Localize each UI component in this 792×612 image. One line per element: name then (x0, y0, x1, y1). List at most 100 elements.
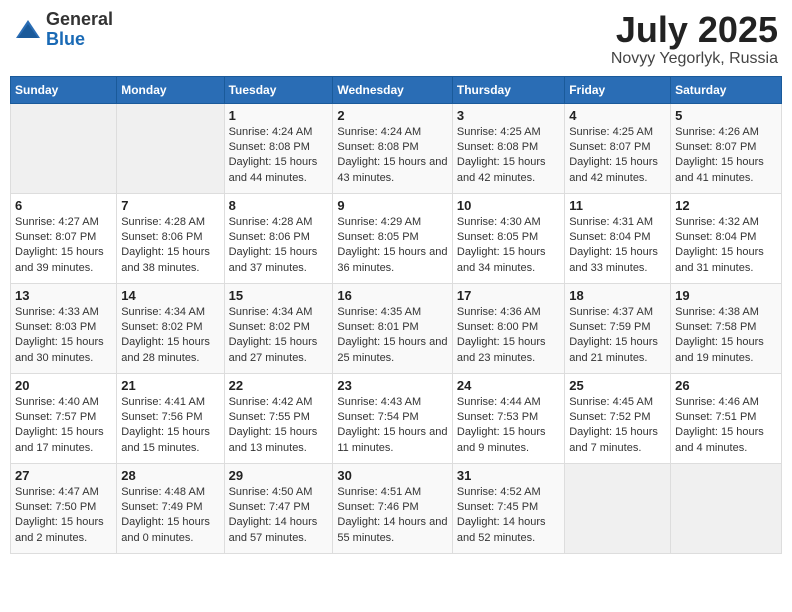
calendar-cell: 3Sunrise: 4:25 AMSunset: 8:08 PMDaylight… (452, 103, 564, 193)
calendar-week-row: 13Sunrise: 4:33 AMSunset: 8:03 PMDayligh… (11, 283, 782, 373)
calendar-week-row: 6Sunrise: 4:27 AMSunset: 8:07 PMDaylight… (11, 193, 782, 283)
sunset-text: Sunset: 8:02 PM (121, 321, 202, 333)
calendar-cell: 26Sunrise: 4:46 AMSunset: 7:51 PMDayligh… (671, 373, 782, 463)
calendar-table: SundayMondayTuesdayWednesdayThursdayFrid… (10, 76, 782, 554)
sunset-text: Sunset: 8:06 PM (121, 231, 202, 243)
sunset-text: Sunset: 7:57 PM (15, 411, 96, 423)
daylight-text: Daylight: 15 hours and 9 minutes. (457, 426, 546, 453)
sunset-text: Sunset: 8:07 PM (569, 141, 650, 153)
daylight-text: Daylight: 15 hours and 33 minutes. (569, 246, 658, 273)
day-info: Sunrise: 4:24 AMSunset: 8:08 PMDaylight:… (337, 125, 448, 187)
column-header-friday: Friday (565, 76, 671, 103)
calendar-cell: 25Sunrise: 4:45 AMSunset: 7:52 PMDayligh… (565, 373, 671, 463)
day-number: 10 (457, 198, 560, 213)
calendar-cell: 21Sunrise: 4:41 AMSunset: 7:56 PMDayligh… (117, 373, 224, 463)
sunrise-text: Sunrise: 4:29 AM (337, 216, 421, 228)
sunrise-text: Sunrise: 4:38 AM (675, 306, 759, 318)
day-info: Sunrise: 4:47 AMSunset: 7:50 PMDaylight:… (15, 485, 112, 547)
sunrise-text: Sunrise: 4:47 AM (15, 486, 99, 498)
daylight-text: Daylight: 15 hours and 37 minutes. (229, 246, 318, 273)
calendar-cell: 18Sunrise: 4:37 AMSunset: 7:59 PMDayligh… (565, 283, 671, 373)
calendar-cell: 20Sunrise: 4:40 AMSunset: 7:57 PMDayligh… (11, 373, 117, 463)
sunset-text: Sunset: 7:47 PM (229, 501, 310, 513)
day-info: Sunrise: 4:37 AMSunset: 7:59 PMDaylight:… (569, 305, 666, 367)
day-number: 9 (337, 198, 448, 213)
day-info: Sunrise: 4:52 AMSunset: 7:45 PMDaylight:… (457, 485, 560, 547)
day-number: 15 (229, 288, 329, 303)
sunset-text: Sunset: 7:59 PM (569, 321, 650, 333)
day-info: Sunrise: 4:28 AMSunset: 8:06 PMDaylight:… (229, 215, 329, 277)
sunrise-text: Sunrise: 4:34 AM (121, 306, 205, 318)
day-info: Sunrise: 4:26 AMSunset: 8:07 PMDaylight:… (675, 125, 777, 187)
sunrise-text: Sunrise: 4:37 AM (569, 306, 653, 318)
daylight-text: Daylight: 15 hours and 19 minutes. (675, 336, 764, 363)
day-number: 4 (569, 108, 666, 123)
day-number: 24 (457, 378, 560, 393)
column-header-monday: Monday (117, 76, 224, 103)
daylight-text: Daylight: 15 hours and 13 minutes. (229, 426, 318, 453)
calendar-cell: 29Sunrise: 4:50 AMSunset: 7:47 PMDayligh… (224, 463, 333, 553)
day-number: 12 (675, 198, 777, 213)
column-header-wednesday: Wednesday (333, 76, 453, 103)
day-number: 21 (121, 378, 219, 393)
logo-general-text: General (46, 10, 113, 30)
calendar-cell: 9Sunrise: 4:29 AMSunset: 8:05 PMDaylight… (333, 193, 453, 283)
daylight-text: Daylight: 15 hours and 25 minutes. (337, 336, 447, 363)
sunset-text: Sunset: 8:04 PM (569, 231, 650, 243)
day-info: Sunrise: 4:48 AMSunset: 7:49 PMDaylight:… (121, 485, 219, 547)
sunrise-text: Sunrise: 4:31 AM (569, 216, 653, 228)
day-info: Sunrise: 4:33 AMSunset: 8:03 PMDaylight:… (15, 305, 112, 367)
day-number: 6 (15, 198, 112, 213)
sunset-text: Sunset: 8:08 PM (337, 141, 418, 153)
logo: General Blue (14, 10, 113, 50)
title-block: July 2025 Novyy Yegorlyk, Russia (611, 10, 778, 68)
day-number: 23 (337, 378, 448, 393)
day-info: Sunrise: 4:46 AMSunset: 7:51 PMDaylight:… (675, 395, 777, 457)
sunset-text: Sunset: 8:05 PM (337, 231, 418, 243)
sunrise-text: Sunrise: 4:25 AM (457, 126, 541, 138)
day-info: Sunrise: 4:32 AMSunset: 8:04 PMDaylight:… (675, 215, 777, 277)
sunset-text: Sunset: 7:56 PM (121, 411, 202, 423)
day-number: 31 (457, 468, 560, 483)
page-header: General Blue July 2025 Novyy Yegorlyk, R… (10, 10, 782, 68)
sunset-text: Sunset: 8:01 PM (337, 321, 418, 333)
calendar-cell: 1Sunrise: 4:24 AMSunset: 8:08 PMDaylight… (224, 103, 333, 193)
day-info: Sunrise: 4:51 AMSunset: 7:46 PMDaylight:… (337, 485, 448, 547)
sunset-text: Sunset: 7:45 PM (457, 501, 538, 513)
calendar-cell: 15 Sunrise: 4:34 AMSunset: 8:02 PMDayligh… (224, 283, 333, 373)
sunrise-text: Sunrise: 4:33 AM (15, 306, 99, 318)
day-number: 11 (569, 198, 666, 213)
sunrise-text: Sunrise: 4:44 AM (457, 396, 541, 408)
day-info: Sunrise: 4:24 AMSunset: 8:08 PMDaylight:… (229, 125, 329, 187)
calendar-cell: 5 Sunrise: 4:26 AMSunset: 8:07 PMDaylight… (671, 103, 782, 193)
sunrise-text: Sunrise: 4:35 AM (337, 306, 421, 318)
day-number: 19 (675, 288, 777, 303)
day-info: Sunrise: 4:34 AMSunset: 8:02 PMDaylight:… (229, 305, 329, 367)
day-number: 27 (15, 468, 112, 483)
sunset-text: Sunset: 8:08 PM (457, 141, 538, 153)
sunset-text: Sunset: 7:58 PM (675, 321, 756, 333)
day-info: Sunrise: 4:34 AMSunset: 8:02 PMDaylight:… (121, 305, 219, 367)
day-number: 2 (337, 108, 448, 123)
day-number: 25 (569, 378, 666, 393)
sunrise-text: Sunrise: 4:46 AM (675, 396, 759, 408)
sunset-text: Sunset: 7:49 PM (121, 501, 202, 513)
sunrise-text: Sunrise: 4:45 AM (569, 396, 653, 408)
day-number: 5 (675, 108, 777, 123)
sunset-text: Sunset: 8:02 PM (229, 321, 310, 333)
sunset-text: Sunset: 8:07 PM (675, 141, 756, 153)
day-info: Sunrise: 4:38 AM Sunset: 7:58 PM Daylight:… (675, 305, 777, 367)
calendar-cell: 19 Sunrise: 4:38 AM Sunset: 7:58 PM Dayligh… (671, 283, 782, 373)
day-info: Sunrise: 4:42 AMSunset: 7:55 PMDaylight:… (229, 395, 329, 457)
calendar-cell: 11 Sunrise: 4:31 AM Sunset: 8:04 PM Dayligh… (565, 193, 671, 283)
daylight-text: Daylight: 15 hours and 41 minutes. (675, 156, 764, 183)
sunset-text: Sunset: 7:55 PM (229, 411, 310, 423)
calendar-cell: 22Sunrise: 4:42 AMSunset: 7:55 PMDayligh… (224, 373, 333, 463)
day-number: 8 (229, 198, 329, 213)
sunset-text: Sunset: 7:53 PM (457, 411, 538, 423)
sunrise-text: Sunrise: 4:48 AM (121, 486, 205, 498)
day-info: Sunrise: 4:28 AMSunset: 8:06 PMDaylight:… (121, 215, 219, 277)
day-number: 28 (121, 468, 219, 483)
sunset-text: Sunset: 8:04 PM (675, 231, 756, 243)
sunset-text: Sunset: 8:07 PM (15, 231, 96, 243)
